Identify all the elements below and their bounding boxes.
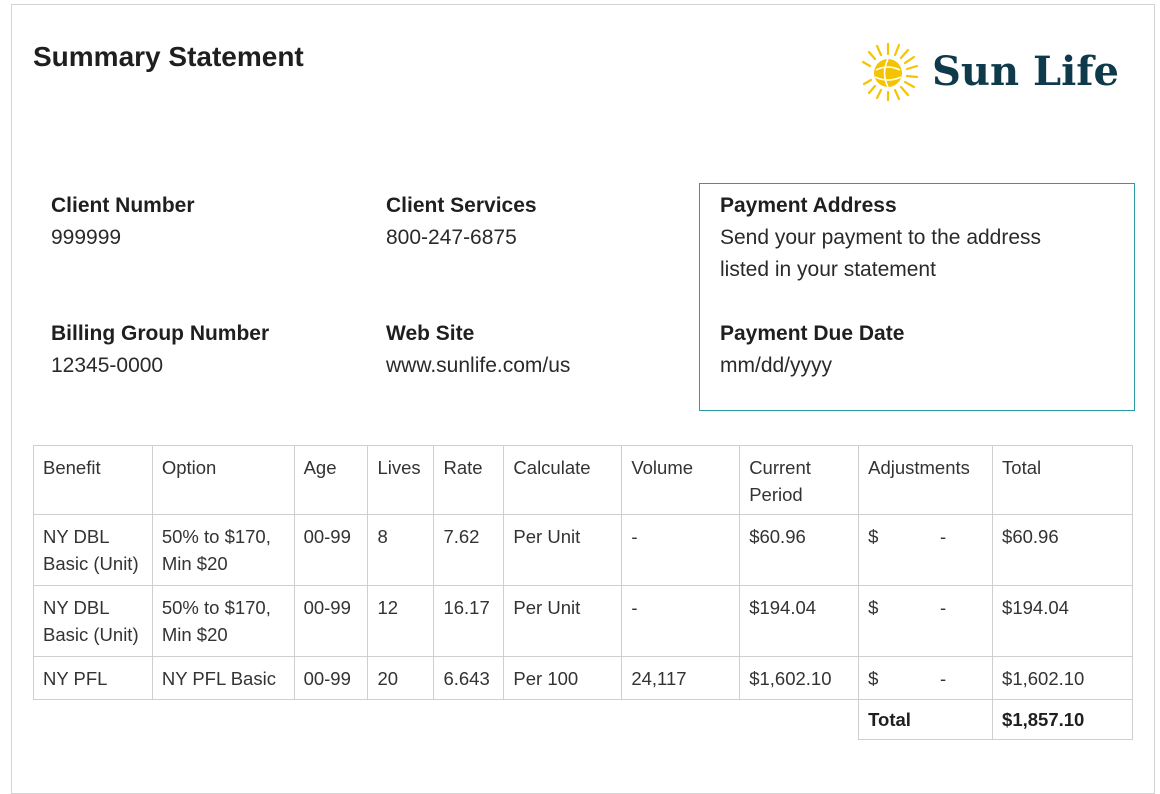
volume-cell: 24,117	[621, 656, 741, 700]
adj-value: -	[939, 668, 947, 689]
rate-cell: 6.643	[433, 656, 505, 700]
table-row: NY PFL NY PFL Basic 00-99 20 6.643 Per 1…	[33, 656, 1133, 700]
option-cell: NY PFL Basic	[151, 656, 295, 700]
client-number-block: Client Number 999999	[51, 190, 195, 254]
web-site-block: Web Site www.sunlife.com/us	[386, 318, 570, 382]
age-cell: 00-99	[293, 585, 369, 657]
total-cell: $1,602.10	[992, 656, 1133, 700]
column-header: Age	[293, 445, 369, 515]
column-header: Total	[992, 445, 1133, 515]
age-cell: 00-99	[293, 656, 369, 700]
column-header: Calculate	[503, 445, 623, 515]
total-cell: $194.04	[992, 585, 1133, 657]
billing-group-label: Billing Group Number	[51, 322, 270, 345]
payment-address-line1: Send your payment to the address	[720, 226, 1042, 249]
benefit-line: Basic (Unit)	[43, 553, 139, 574]
payment-address-line2: listed in your statement	[720, 258, 936, 281]
column-header-line: Period	[749, 484, 803, 505]
billing-table: Benefit Option Age Lives Rate Calculate …	[33, 445, 1133, 740]
option-line: Min $20	[161, 553, 228, 574]
payment-due-value: mm/dd/yyyy	[720, 354, 833, 377]
client-services-block: Client Services 800-247-6875	[386, 190, 537, 254]
benefit-line: Basic (Unit)	[43, 624, 139, 645]
option-line: Min $20	[161, 624, 228, 645]
age-cell: 00-99	[293, 514, 369, 586]
volume-cell: -	[621, 514, 741, 586]
billing-group-value: 12345-0000	[51, 354, 164, 377]
calculate-cell: Per Unit	[503, 514, 623, 586]
sun-life-logo: Sun Life	[862, 38, 1119, 104]
rate-cell: 16.17	[433, 585, 505, 657]
payment-address-block: Payment Address Send your payment to the…	[720, 190, 1041, 286]
adj-currency: $	[868, 668, 879, 689]
column-header: Benefit	[33, 445, 153, 515]
current-period-cell: $60.96	[739, 514, 860, 586]
client-number-label: Client Number	[51, 194, 195, 217]
lives-cell: 12	[367, 585, 435, 657]
brand-name: Sun Life	[932, 47, 1119, 95]
column-header: Rate	[433, 445, 505, 515]
adj-currency: $	[868, 597, 879, 618]
adj-value: -	[939, 597, 947, 618]
current-period-cell: $194.04	[739, 585, 860, 657]
calculate-cell: Per Unit	[503, 585, 623, 657]
table-header-row: Benefit Option Age Lives Rate Calculate …	[33, 445, 1133, 515]
payment-due-label: Payment Due Date	[720, 322, 905, 345]
table-row: NY DBL Basic (Unit) 50% to $170, Min $20…	[33, 514, 1133, 586]
grand-total-row: Total $1,857.10	[34, 699, 1133, 740]
total-label: Total	[858, 699, 994, 740]
payment-due-block: Payment Due Date mm/dd/yyyy	[720, 318, 904, 382]
sun-icon	[862, 42, 919, 102]
column-header: Volume	[621, 445, 741, 515]
client-services-label: Client Services	[386, 194, 537, 217]
lives-cell: 8	[367, 514, 435, 586]
option-line: 50% to $170,	[161, 526, 271, 547]
client-services-phone: 800-247-6875	[386, 226, 517, 249]
benefit-cell: NY DBL Basic (Unit)	[33, 585, 153, 657]
benefit-line: NY DBL	[43, 597, 110, 618]
adjustments-cell: $ -	[858, 514, 994, 586]
rate-cell: 7.62	[433, 514, 505, 586]
adj-currency: $	[868, 526, 879, 547]
volume-cell: -	[621, 585, 741, 657]
column-header-line: Current	[749, 457, 811, 478]
lives-cell: 20	[367, 656, 435, 700]
page-title: Summary Statement	[33, 41, 304, 72]
web-site-link[interactable]: www.sunlife.com/us	[386, 350, 570, 382]
total-cell: $60.96	[992, 514, 1133, 586]
benefit-cell: NY DBL Basic (Unit)	[33, 514, 153, 586]
spacer-cell	[34, 700, 859, 740]
adj-value: -	[939, 526, 947, 547]
benefit-cell: NY PFL	[33, 656, 153, 700]
column-header: Option	[151, 445, 295, 515]
payment-address-label: Payment Address	[720, 194, 897, 217]
adjustments-cell: $ -	[858, 585, 994, 657]
column-header: Adjustments	[858, 445, 994, 515]
adjustments-cell: $ -	[858, 656, 994, 700]
current-period-cell: $1,602.10	[739, 656, 860, 700]
benefit-line: NY DBL	[43, 526, 110, 547]
option-cell: 50% to $170, Min $20	[151, 585, 295, 657]
table-row: NY DBL Basic (Unit) 50% to $170, Min $20…	[33, 585, 1133, 657]
billing-group-block: Billing Group Number 12345-0000	[51, 318, 269, 382]
column-header: Current Period	[739, 445, 860, 515]
calculate-cell: Per 100	[503, 656, 623, 700]
client-number-value: 999999	[51, 226, 122, 249]
grand-total-value: $1,857.10	[992, 699, 1133, 740]
option-cell: 50% to $170, Min $20	[151, 514, 295, 586]
option-line: 50% to $170,	[161, 597, 271, 618]
column-header: Lives	[367, 445, 435, 515]
web-site-label: Web Site	[386, 322, 475, 345]
